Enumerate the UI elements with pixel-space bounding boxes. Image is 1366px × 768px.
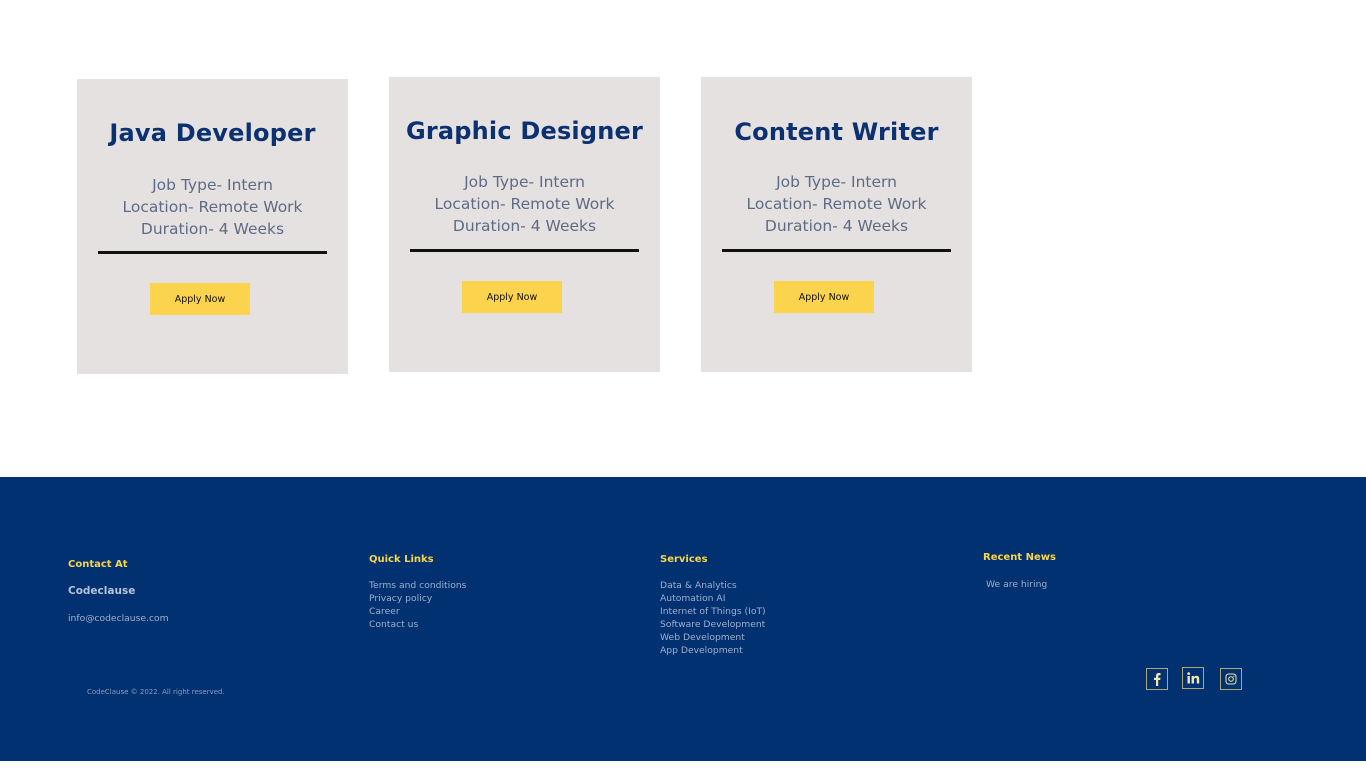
- services-list: Data & Analytics Automation AI Internet …: [660, 579, 766, 657]
- instagram-icon: [1225, 673, 1237, 685]
- apply-now-button[interactable]: Apply Now: [150, 283, 250, 315]
- service-app-development[interactable]: App Development: [660, 644, 766, 657]
- link-contact-us[interactable]: Contact us: [369, 618, 466, 631]
- link-terms-and-conditions[interactable]: Terms and conditions: [369, 579, 466, 592]
- job-location: Location- Remote Work: [746, 195, 927, 213]
- page: Java Developer Job Type- Intern Location…: [0, 0, 1366, 768]
- job-card-content-writer: Content Writer Job Type- Intern Location…: [701, 77, 972, 372]
- facebook-link[interactable]: [1146, 668, 1168, 690]
- contact-heading: Contact At: [68, 559, 128, 570]
- link-privacy-policy[interactable]: Privacy policy: [369, 592, 466, 605]
- service-data-analytics[interactable]: Data & Analytics: [660, 579, 766, 592]
- instagram-link[interactable]: [1220, 668, 1242, 690]
- news-we-are-hiring[interactable]: We are hiring: [986, 578, 1047, 591]
- job-card-graphic-designer: Graphic Designer Job Type- Intern Locati…: [389, 77, 660, 372]
- job-duration: Duration- 4 Weeks: [140, 220, 285, 238]
- service-iot[interactable]: Internet of Things (IoT): [660, 605, 766, 618]
- job-duration: Duration- 4 Weeks: [452, 217, 597, 235]
- service-web-development[interactable]: Web Development: [660, 631, 766, 644]
- company-name: Codeclause: [68, 585, 136, 597]
- service-software-development[interactable]: Software Development: [660, 618, 766, 631]
- job-card-java-developer: Java Developer Job Type- Intern Location…: [77, 79, 348, 374]
- job-location: Location- Remote Work: [122, 198, 303, 216]
- footer-bottom-strip: [0, 761, 1366, 768]
- apply-now-button[interactable]: Apply Now: [774, 281, 874, 313]
- job-details: Job Type- Intern Location- Remote Work D…: [389, 171, 660, 237]
- link-career[interactable]: Career: [369, 605, 466, 618]
- contact-email-link[interactable]: info@codeclause.com: [68, 612, 169, 625]
- recent-news-list: We are hiring: [986, 578, 1047, 591]
- job-details: Job Type- Intern Location- Remote Work D…: [77, 174, 348, 240]
- quick-links-list: Terms and conditions Privacy policy Care…: [369, 579, 466, 631]
- job-type: Job Type- Intern: [152, 176, 273, 194]
- job-title: Content Writer: [734, 118, 939, 146]
- divider: [722, 249, 951, 252]
- service-automation-ai[interactable]: Automation AI: [660, 592, 766, 605]
- recent-news-heading: Recent News: [983, 552, 1056, 563]
- linkedin-link[interactable]: [1182, 667, 1204, 689]
- linkedin-icon: [1186, 672, 1200, 684]
- job-title: Java Developer: [109, 119, 316, 147]
- job-title: Graphic Designer: [405, 117, 644, 145]
- quick-links-heading: Quick Links: [369, 554, 434, 565]
- job-details: Job Type- Intern Location- Remote Work D…: [701, 171, 972, 237]
- services-heading: Services: [660, 554, 708, 565]
- job-duration: Duration- 4 Weeks: [764, 217, 909, 235]
- job-type: Job Type- Intern: [464, 173, 585, 191]
- copyright-text: CodeClause © 2022. All right reserved.: [87, 688, 225, 696]
- facebook-icon: [1152, 672, 1162, 686]
- job-type: Job Type- Intern: [776, 173, 897, 191]
- divider: [410, 249, 639, 252]
- apply-now-button[interactable]: Apply Now: [462, 281, 562, 313]
- divider: [98, 251, 327, 254]
- job-location: Location- Remote Work: [434, 195, 615, 213]
